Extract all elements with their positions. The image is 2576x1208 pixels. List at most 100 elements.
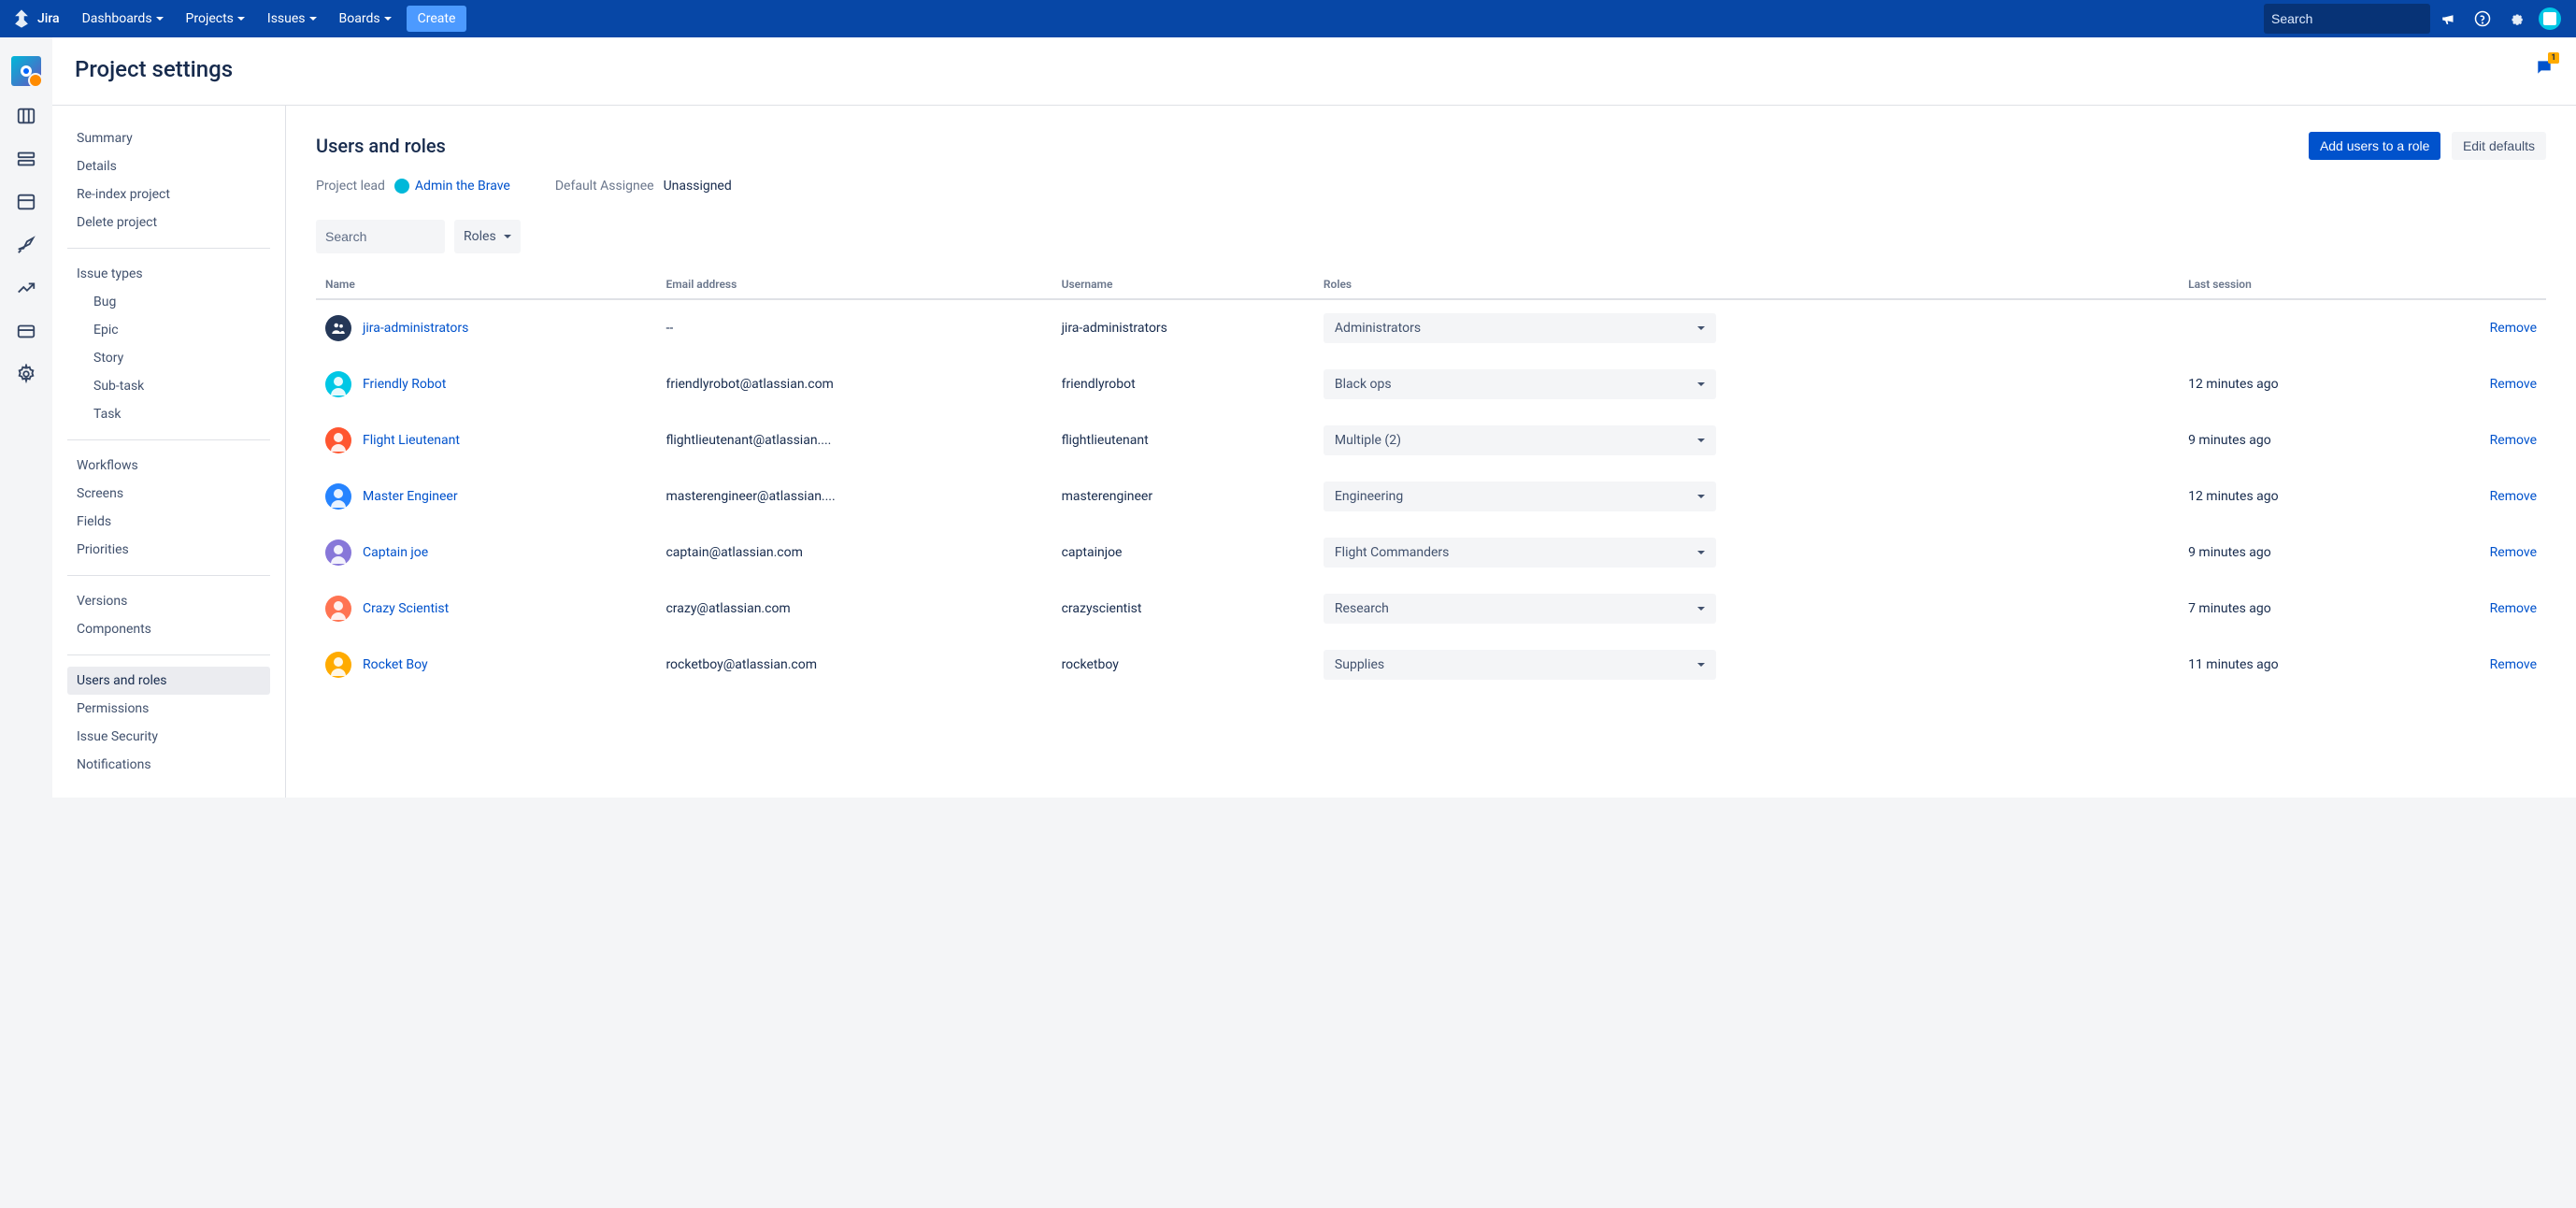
user-avatar-icon: [325, 371, 351, 397]
role-select[interactable]: Engineering: [1324, 482, 1716, 511]
username-cell: flightlieutenant: [1052, 412, 1314, 468]
sidebar-item-epic[interactable]: Epic: [67, 316, 270, 344]
last-session-cell: 11 minutes ago: [2179, 637, 2408, 693]
remove-link[interactable]: Remove: [2408, 299, 2546, 356]
rail-reports-icon[interactable]: [13, 275, 39, 301]
user-name-link[interactable]: Rocket Boy: [363, 657, 428, 672]
user-search[interactable]: [316, 220, 445, 253]
rail-issues-icon[interactable]: [13, 318, 39, 344]
sidebar-item-permissions[interactable]: Permissions: [67, 695, 270, 723]
table-row: Rocket Boyrocketboy@atlassian.comrocketb…: [316, 637, 2546, 693]
jira-logo-icon: [11, 8, 32, 29]
email-cell: friendlyrobot@atlassian.com: [656, 356, 1052, 412]
sidebar-item-delete-project[interactable]: Delete project: [67, 209, 270, 237]
profile-avatar[interactable]: [2535, 4, 2565, 34]
rail-backlog-icon[interactable]: [13, 146, 39, 172]
sidebar-item-re-index-project[interactable]: Re-index project: [67, 180, 270, 209]
user-name-link[interactable]: Captain joe: [363, 545, 428, 560]
sidebar-item-story[interactable]: Story: [67, 344, 270, 372]
sidebar-item-sub-task[interactable]: Sub-task: [67, 372, 270, 400]
user-avatar-icon: [325, 596, 351, 622]
section-title: Users and roles: [316, 135, 446, 157]
username-cell: friendlyrobot: [1052, 356, 1314, 412]
email-cell: flightlieutenant@atlassian....: [656, 412, 1052, 468]
role-select[interactable]: Administrators: [1324, 313, 1716, 343]
last-session-cell: [2179, 299, 2408, 356]
sidebar-item-task[interactable]: Task: [67, 400, 270, 428]
feedback-icon[interactable]: [2434, 4, 2464, 34]
role-select[interactable]: Supplies: [1324, 650, 1716, 680]
rail-pages-icon[interactable]: [13, 189, 39, 215]
sidebar-item-components[interactable]: Components: [67, 615, 270, 643]
email-cell: masterengineer@atlassian....: [656, 468, 1052, 525]
sidebar-item-issue-security[interactable]: Issue Security: [67, 723, 270, 751]
sidebar-item-details[interactable]: Details: [67, 152, 270, 180]
col-username: Username: [1052, 270, 1314, 299]
sidebar-item-users-and-roles[interactable]: Users and roles: [67, 667, 270, 695]
role-select[interactable]: Research: [1324, 594, 1716, 624]
sidebar-item-priorities[interactable]: Priorities: [67, 536, 270, 564]
rail-board-icon[interactable]: [13, 103, 39, 129]
remove-link[interactable]: Remove: [2408, 581, 2546, 637]
add-users-button[interactable]: Add users to a role: [2309, 132, 2441, 160]
project-lead-label: Project lead: [316, 179, 385, 194]
sidebar-item-bug[interactable]: Bug: [67, 288, 270, 316]
project-lead-link[interactable]: Admin the Brave: [394, 179, 510, 194]
remove-link[interactable]: Remove: [2408, 637, 2546, 693]
global-search[interactable]: [2264, 4, 2430, 34]
user-name-link[interactable]: jira-administrators: [363, 321, 468, 336]
nav-boards[interactable]: Boards: [332, 6, 399, 32]
rail-settings-icon[interactable]: [13, 361, 39, 387]
col-email: Email address: [656, 270, 1052, 299]
settings-icon[interactable]: [2501, 4, 2531, 34]
topnav-right: [2264, 4, 2565, 34]
meta-row: Project lead Admin the Brave Default Ass…: [316, 179, 2546, 194]
project-avatar-icon[interactable]: [11, 56, 41, 86]
remove-link[interactable]: Remove: [2408, 356, 2546, 412]
user-avatar-icon: [325, 652, 351, 678]
gear-icon: [2508, 10, 2525, 27]
user-avatar-icon: [325, 539, 351, 566]
rail-releases-icon[interactable]: [13, 232, 39, 258]
chevron-down-icon: [1697, 607, 1705, 611]
col-name: Name: [316, 270, 656, 299]
sidebar-item-notifications[interactable]: Notifications: [67, 751, 270, 779]
sidebar-item-versions[interactable]: Versions: [67, 587, 270, 615]
nav-dashboards[interactable]: Dashboards: [75, 6, 171, 32]
search-input[interactable]: [2271, 11, 2440, 26]
remove-link[interactable]: Remove: [2408, 525, 2546, 581]
last-session-cell: 9 minutes ago: [2179, 525, 2408, 581]
user-name-link[interactable]: Crazy Scientist: [363, 601, 449, 616]
users-table: Name Email address Username Roles Last s…: [316, 270, 2546, 693]
remove-link[interactable]: Remove: [2408, 412, 2546, 468]
chevron-down-icon: [1697, 495, 1705, 498]
user-name-link[interactable]: Master Engineer: [363, 489, 458, 504]
sidebar-item-fields[interactable]: Fields: [67, 508, 270, 536]
user-avatar-icon: [325, 427, 351, 453]
user-name-link[interactable]: Flight Lieutenant: [363, 433, 460, 448]
default-assignee-label: Default Assignee: [555, 179, 654, 194]
remove-link[interactable]: Remove: [2408, 468, 2546, 525]
help-icon[interactable]: [2468, 4, 2497, 34]
create-button[interactable]: Create: [407, 6, 467, 32]
sidebar-item-summary[interactable]: Summary: [67, 124, 270, 152]
role-select[interactable]: Multiple (2): [1324, 425, 1716, 455]
edit-defaults-button[interactable]: Edit defaults: [2452, 132, 2546, 160]
nav-projects[interactable]: Projects: [179, 6, 252, 32]
sidebar-item-screens[interactable]: Screens: [67, 480, 270, 508]
role-select[interactable]: Black ops: [1324, 369, 1716, 399]
lead-avatar-icon: [394, 179, 409, 194]
megaphone-icon: [2440, 10, 2457, 27]
user-name-link[interactable]: Friendly Robot: [363, 377, 446, 392]
email-cell: --: [656, 299, 1052, 356]
table-row: jira-administrators--jira-administrators…: [316, 299, 2546, 356]
top-navigation: Jira Dashboards Projects Issues Boards C…: [0, 0, 2576, 37]
jira-logo[interactable]: Jira: [11, 8, 60, 29]
role-select[interactable]: Flight Commanders: [1324, 538, 1716, 568]
sidebar-item-workflows[interactable]: Workflows: [67, 452, 270, 480]
roles-filter[interactable]: Roles: [454, 220, 521, 253]
nav-issues[interactable]: Issues: [260, 6, 324, 32]
username-cell: masterengineer: [1052, 468, 1314, 525]
feedback-button[interactable]: 1: [2535, 58, 2554, 80]
group-icon: [325, 315, 351, 341]
